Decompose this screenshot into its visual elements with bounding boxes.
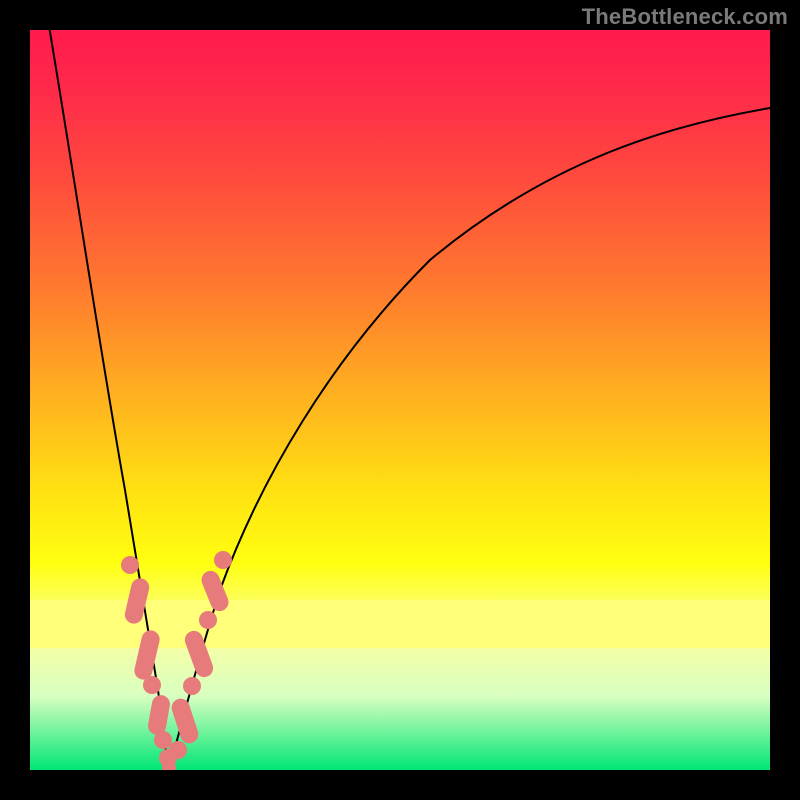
marker-dot [214,551,232,569]
watermark-text: TheBottleneck.com [582,4,788,30]
marker-dot [143,676,161,694]
curve-layer [30,30,770,770]
marker-dot [183,677,201,695]
marker-pill [169,696,200,745]
marker-dot [169,741,187,759]
marker-pill [133,629,162,682]
marker-pill [182,628,215,679]
marker-dot [199,611,217,629]
chart-container: TheBottleneck.com [0,0,800,800]
plot-area [30,30,770,770]
marker-dot [121,556,139,574]
marker-group [121,551,232,770]
marker-pill [147,694,172,737]
right-curve [169,108,770,770]
marker-dot [154,731,172,749]
